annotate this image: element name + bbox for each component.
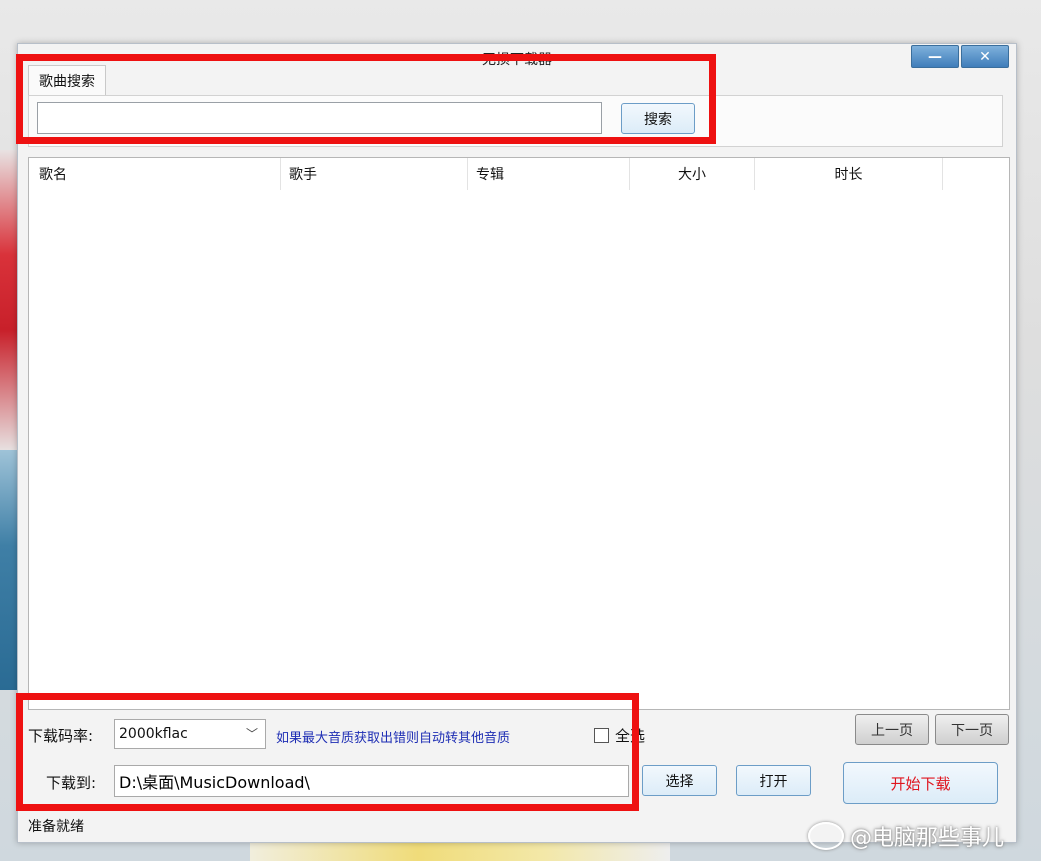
column-header-artist[interactable]: 歌手 <box>281 158 468 190</box>
column-header-size[interactable]: 大小 <box>630 158 755 190</box>
annotation-frame-search <box>16 54 716 144</box>
column-header-song-name[interactable]: 歌名 <box>29 158 281 190</box>
open-folder-button[interactable]: 打开 <box>736 765 811 796</box>
weibo-icon <box>808 822 844 850</box>
choose-folder-button[interactable]: 选择 <box>642 765 717 796</box>
close-icon: ✕ <box>979 48 991 65</box>
next-page-button[interactable]: 下一页 <box>935 714 1009 745</box>
annotation-frame-settings <box>16 693 639 811</box>
minimize-button[interactable]: — <box>911 45 959 68</box>
prev-page-button[interactable]: 上一页 <box>855 714 929 745</box>
watermark: @电脑那些事儿 <box>808 818 1004 854</box>
watermark-text: @电脑那些事儿 <box>850 826 1005 851</box>
column-header-album[interactable]: 专辑 <box>468 158 630 190</box>
column-header-duration[interactable]: 时长 <box>755 158 943 190</box>
minimize-icon: — <box>928 48 942 65</box>
close-button[interactable]: ✕ <box>961 45 1009 68</box>
status-text: 准备就绪 <box>28 819 84 835</box>
start-download-button[interactable]: 开始下载 <box>843 762 998 804</box>
song-list-header: 歌名 歌手 专辑 大小 时长 <box>29 158 1009 190</box>
song-list[interactable]: 歌名 歌手 专辑 大小 时长 <box>28 157 1010 710</box>
